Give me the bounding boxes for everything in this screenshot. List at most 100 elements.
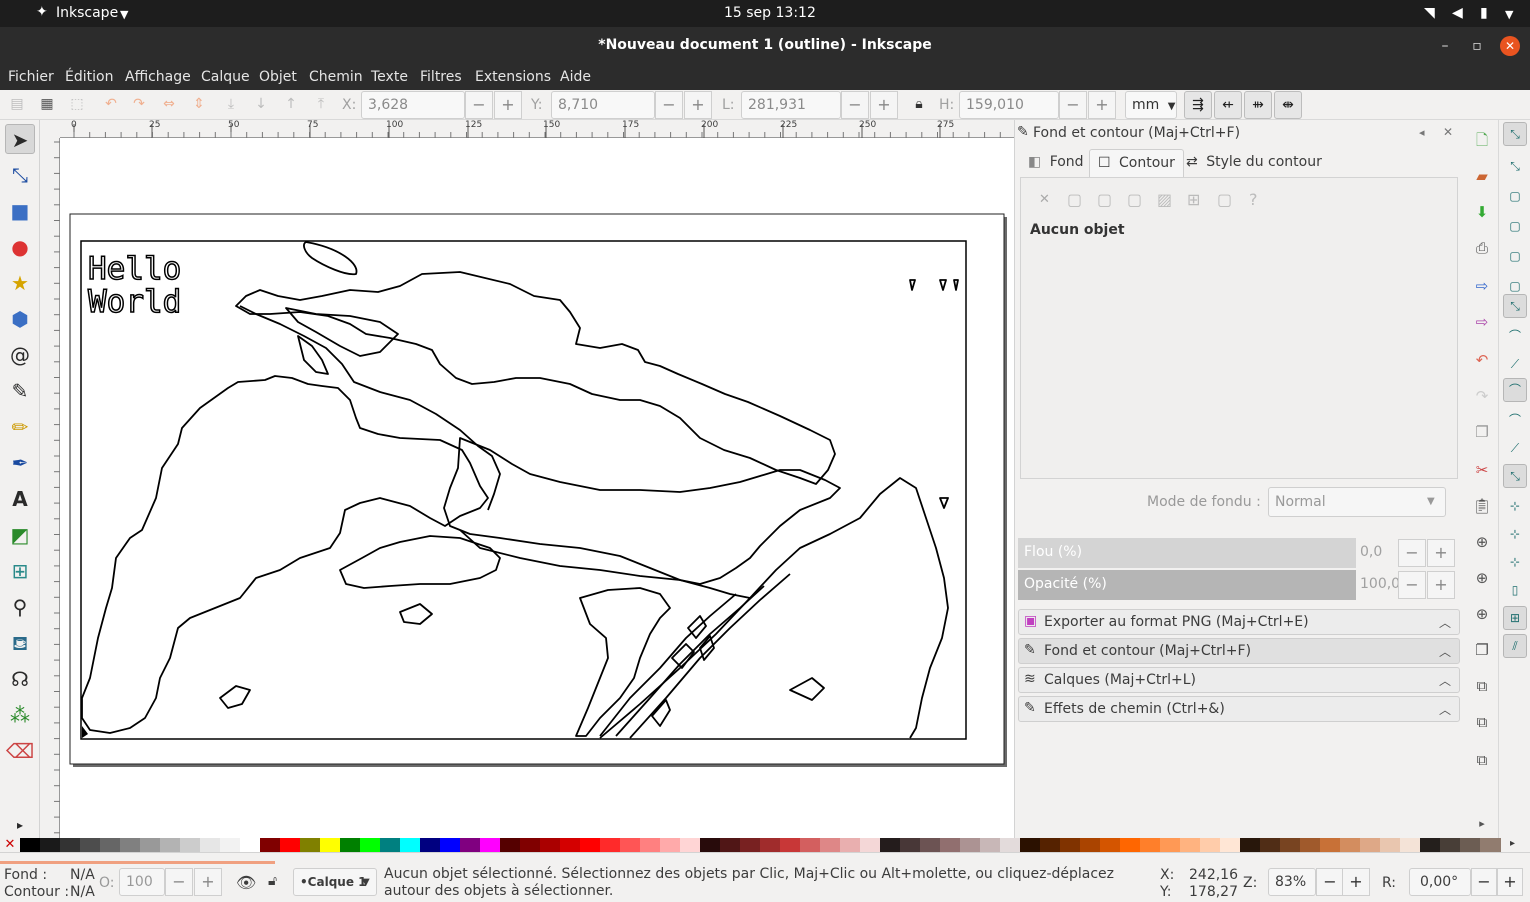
color-swatch[interactable] xyxy=(900,838,921,852)
duplicate-icon[interactable]: ❐ xyxy=(1472,640,1492,660)
color-swatch[interactable] xyxy=(100,838,121,852)
open-icon[interactable]: ▰ xyxy=(1472,166,1492,186)
color-swatch[interactable] xyxy=(1100,838,1121,852)
copy-icon[interactable]: ❐ xyxy=(1472,422,1492,442)
color-swatch[interactable] xyxy=(420,838,441,852)
snap-midpoint-icon[interactable]: ⟋ xyxy=(1503,436,1527,460)
unset-paint-icon[interactable]: ? xyxy=(1249,190,1258,209)
zoom-increment-button[interactable]: + xyxy=(1342,868,1370,896)
snap-cusp-icon[interactable]: ⌒ xyxy=(1503,378,1527,402)
zoom-drawing-icon[interactable]: ⊕ xyxy=(1472,568,1492,588)
color-swatch[interactable] xyxy=(440,838,461,852)
color-swatch[interactable] xyxy=(1300,838,1321,852)
color-swatch[interactable] xyxy=(800,838,821,852)
color-swatch[interactable] xyxy=(1240,838,1261,852)
color-swatch[interactable] xyxy=(300,838,321,852)
width-field[interactable]: 281,931 xyxy=(741,91,841,119)
rectangle-tool-icon[interactable]: ■ xyxy=(5,196,35,226)
menu-calque[interactable]: Calque xyxy=(201,69,250,85)
color-swatch[interactable] xyxy=(1440,838,1461,852)
paste-icon[interactable]: 📋︎ xyxy=(1472,496,1492,516)
color-swatch[interactable] xyxy=(400,838,421,852)
width-increment-button[interactable]: + xyxy=(870,91,898,119)
opacity-increment-button[interactable]: + xyxy=(1427,571,1455,599)
vertical-ruler[interactable] xyxy=(40,138,60,838)
snap-page-icon[interactable]: ▯ xyxy=(1503,578,1527,602)
color-swatch[interactable] xyxy=(40,838,61,852)
print-icon[interactable]: ⎙ xyxy=(1472,238,1492,258)
snap-bbox-edge-icon[interactable]: ▢ xyxy=(1503,184,1527,208)
color-swatch[interactable] xyxy=(980,838,1001,852)
color-swatch[interactable] xyxy=(1080,838,1101,852)
layer-select[interactable]: •Calque 1 ▼ xyxy=(293,868,377,896)
lock-ratio-icon[interactable]: 🔒︎ xyxy=(910,95,928,113)
snap-toggle-icon[interactable]: ⤡ xyxy=(1503,122,1527,146)
color-swatch[interactable] xyxy=(480,838,501,852)
color-swatch[interactable] xyxy=(1000,838,1021,852)
clone-icon[interactable]: ⧉ xyxy=(1472,676,1492,696)
eraser-tool-icon[interactable]: ⌫ xyxy=(5,736,35,766)
zoom-selection-icon[interactable]: ⊕ xyxy=(1472,532,1492,552)
app-menu-chevron-icon[interactable]: ▼ xyxy=(120,8,128,21)
color-swatch[interactable] xyxy=(1120,838,1141,852)
snap-smooth-icon[interactable]: ⌒ xyxy=(1503,408,1527,432)
opacity-value[interactable]: 100,0 xyxy=(1358,570,1400,600)
docked-export-png[interactable]: ▣ Exporter au format PNG (Maj+Ctrl+E) ︿ xyxy=(1018,609,1460,635)
color-swatch[interactable] xyxy=(180,838,201,852)
snap-bbox-icon[interactable]: ⤡ xyxy=(1503,154,1527,178)
palette-menu-icon[interactable]: ▸ xyxy=(1510,838,1515,849)
y-increment-button[interactable]: + xyxy=(684,91,712,119)
opacity-field[interactable]: 100 xyxy=(119,868,165,896)
deselect-icon[interactable]: ⬚ xyxy=(68,95,86,113)
menu-objet[interactable]: Objet xyxy=(259,69,297,85)
dropper-tool-icon[interactable]: ⚲ xyxy=(5,592,35,622)
ellipse-tool-icon[interactable]: ● xyxy=(5,232,35,262)
x-decrement-button[interactable]: − xyxy=(465,91,493,119)
gradient-tool-icon[interactable]: ◩ xyxy=(5,520,35,550)
transform-patterns-toggle[interactable]: ⇼ xyxy=(1274,91,1302,119)
height-field[interactable]: 159,010 xyxy=(959,91,1059,119)
color-swatch[interactable] xyxy=(340,838,361,852)
color-swatch[interactable] xyxy=(700,838,721,852)
color-swatch[interactable] xyxy=(460,838,481,852)
color-swatch[interactable] xyxy=(320,838,341,852)
height-decrement-button[interactable]: − xyxy=(1059,91,1087,119)
color-swatch[interactable] xyxy=(1420,838,1441,852)
raise-icon[interactable]: ↑ xyxy=(282,95,300,113)
color-swatch[interactable] xyxy=(540,838,561,852)
rotation-field[interactable]: 0,00° xyxy=(1409,868,1471,896)
color-swatch[interactable] xyxy=(940,838,961,852)
color-swatch[interactable] xyxy=(1040,838,1061,852)
color-swatch[interactable] xyxy=(960,838,981,852)
color-swatch[interactable] xyxy=(1360,838,1381,852)
scale-stroke-toggle[interactable]: ⇶ xyxy=(1184,91,1212,119)
color-swatch[interactable] xyxy=(240,838,261,852)
lower-icon[interactable]: ↓ xyxy=(252,95,270,113)
tab-stroke[interactable]: ☐ Contour xyxy=(1089,149,1184,177)
dialog-collapse-icon[interactable]: ◂ xyxy=(1419,126,1425,139)
color-swatch[interactable] xyxy=(660,838,681,852)
unlink-clone-icon[interactable]: ⧉ xyxy=(1472,712,1492,732)
color-swatch[interactable] xyxy=(740,838,761,852)
calligraphy-tool-icon[interactable]: ✒ xyxy=(5,448,35,478)
mesh-icon[interactable]: ⊞ xyxy=(1187,190,1200,209)
menu-affichage[interactable]: Affichage xyxy=(125,69,191,85)
color-swatch[interactable] xyxy=(1480,838,1501,852)
menu-fichier[interactable]: Fichier xyxy=(8,69,54,85)
color-swatch[interactable] xyxy=(140,838,161,852)
star-tool-icon[interactable]: ★ xyxy=(5,268,35,298)
redo-icon[interactable]: ↷ xyxy=(1472,386,1492,406)
scale-corners-toggle[interactable]: ⇷ xyxy=(1214,91,1242,119)
zoom-page-icon[interactable]: ⊕ xyxy=(1472,604,1492,624)
flip-horizontal-icon[interactable]: ⇔ xyxy=(160,95,178,113)
zoom-field[interactable]: 83% xyxy=(1268,868,1316,896)
snap-bbox-midpoint-icon[interactable]: ▢ xyxy=(1503,244,1527,268)
width-decrement-button[interactable]: − xyxy=(841,91,869,119)
bezier-tool-icon[interactable]: ✎ xyxy=(5,376,35,406)
color-swatch[interactable] xyxy=(1160,838,1181,852)
unit-select[interactable]: mm ▼ xyxy=(1125,91,1177,119)
tweak-tool-icon[interactable]: ☊ xyxy=(5,664,35,694)
color-swatch[interactable] xyxy=(1460,838,1481,852)
wifi-icon[interactable]: ◥ xyxy=(1424,5,1435,21)
color-swatch[interactable] xyxy=(160,838,181,852)
